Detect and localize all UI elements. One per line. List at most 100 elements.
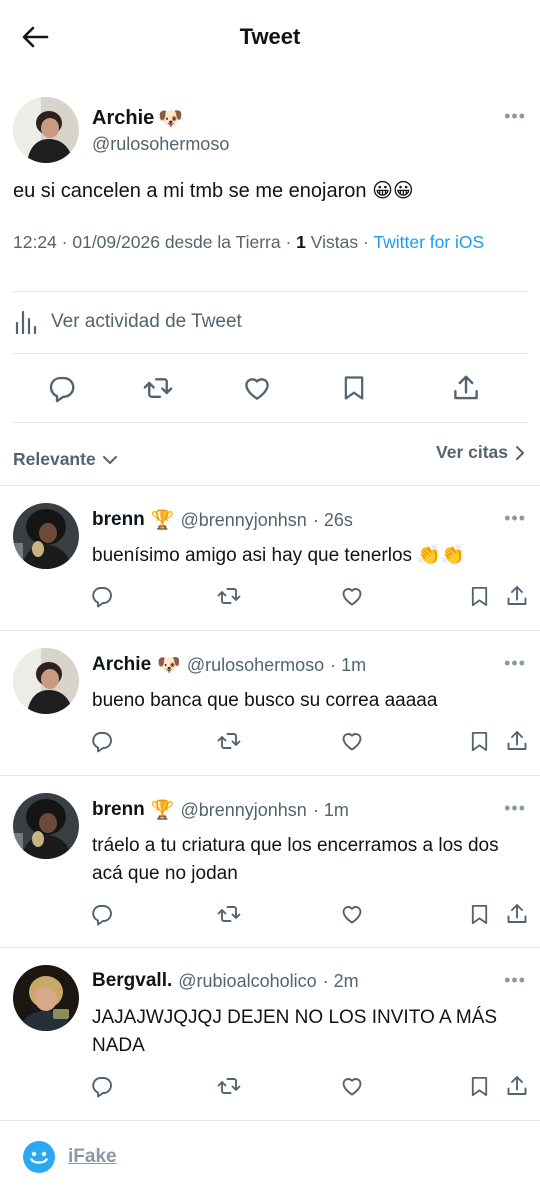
reply-avatar[interactable] (13, 503, 79, 569)
bookmark-button[interactable] (465, 900, 493, 928)
tweet-date: 01/09/2026 (72, 232, 160, 252)
bookmark-button[interactable] (465, 1072, 493, 1100)
reply-text: bueno banca que busco su correa aaaaa (92, 690, 438, 711)
retweet-button[interactable] (215, 727, 243, 755)
retweet-button[interactable] (215, 582, 243, 610)
reply-icon (90, 584, 114, 608)
reply-item[interactable]: brenn 🏆 @brennyjonhsn · 26s ••• buenísim… (0, 486, 540, 630)
sort-dropdown[interactable]: Relevante (13, 449, 118, 470)
share-button[interactable] (503, 1072, 531, 1100)
like-icon (340, 902, 364, 926)
like-icon (340, 1074, 364, 1098)
bookmark-icon (468, 903, 491, 926)
retweet-button[interactable] (142, 372, 174, 404)
like-icon (340, 584, 364, 608)
dog-emoji-icon: 🐶 (158, 108, 184, 130)
reply-header: Bergvall. @rubioalcoholico · 2m (92, 970, 359, 992)
tweet-source[interactable]: Twitter for iOS (373, 232, 484, 252)
reply-author-handle[interactable]: @rulosohermoso (187, 655, 324, 676)
share-icon (505, 1074, 529, 1098)
share-button[interactable] (503, 727, 531, 755)
page-title: Tweet (239, 24, 301, 49)
reply-avatar[interactable] (13, 648, 79, 714)
like-button[interactable] (241, 372, 273, 404)
bookmark-icon (468, 1075, 491, 1098)
reply-button[interactable] (88, 1072, 116, 1100)
more-icon[interactable]: ••• (504, 508, 526, 529)
retweet-button[interactable] (215, 900, 243, 928)
chevron-right-icon (516, 445, 524, 460)
tweet-activity-link[interactable]: Ver actividad de Tweet (13, 308, 242, 336)
ifake-watermark[interactable]: iFake (22, 1140, 117, 1174)
share-icon (505, 729, 529, 753)
reply-author-handle[interactable]: @rubioalcoholico (178, 971, 316, 992)
tweet-location: desde la Tierra (164, 232, 281, 252)
divider (13, 353, 527, 354)
divider (13, 422, 527, 423)
reply-avatar[interactable] (13, 793, 79, 859)
bookmark-button[interactable] (465, 727, 493, 755)
bookmark-icon (340, 374, 368, 402)
reply-button[interactable] (46, 372, 78, 404)
author-name: Archie (92, 107, 155, 129)
reply-time: 26s (323, 509, 353, 530)
views-count: 1 (296, 232, 306, 252)
divider (0, 1120, 540, 1121)
chevron-down-icon (102, 455, 117, 464)
share-icon (451, 373, 481, 403)
like-button[interactable] (338, 900, 366, 928)
reply-icon (90, 1074, 114, 1098)
reply-button[interactable] (88, 727, 116, 755)
tweet-text: eu si cancelen a mi tmb se me enojaron 😀… (13, 180, 414, 202)
bookmark-icon (468, 730, 491, 753)
reply-item[interactable]: Bergvall. @rubioalcoholico · 2m ••• JAJA… (0, 948, 540, 1120)
reply-author-name[interactable]: Bergvall. (92, 970, 172, 992)
view-quotes-link[interactable]: Ver citas (436, 442, 526, 463)
retweet-icon (217, 1074, 241, 1098)
reply-avatar[interactable] (13, 965, 79, 1031)
reply-icon (90, 729, 114, 753)
bookmark-icon (468, 585, 491, 608)
divider (13, 291, 527, 292)
like-button[interactable] (338, 727, 366, 755)
retweet-icon (217, 729, 241, 753)
reply-button[interactable] (88, 900, 116, 928)
dog-emoji-icon: 🐶 (157, 655, 181, 676)
reply-time: 1m (323, 799, 349, 820)
tweet-activity-label: Ver actividad de Tweet (51, 311, 242, 332)
author-name-row[interactable]: Archie 🐶 (92, 106, 183, 131)
retweet-button[interactable] (215, 1072, 243, 1100)
reply-author-name[interactable]: brenn (92, 509, 145, 531)
reply-text: tráelo a tu criatura que los encerramos … (92, 835, 499, 884)
bookmark-button[interactable] (465, 582, 493, 610)
retweet-icon (143, 373, 173, 403)
author-handle[interactable]: @rulosohermoso (92, 134, 229, 155)
share-button[interactable] (450, 372, 482, 404)
trophy-emoji-icon: 🏆 (150, 510, 175, 531)
reply-time: 2m (333, 970, 359, 991)
more-icon[interactable]: ••• (504, 106, 526, 127)
reply-icon (90, 902, 114, 926)
share-button[interactable] (503, 582, 531, 610)
top-bar: Tweet (0, 0, 540, 76)
view-quotes-label: Ver citas (436, 442, 508, 462)
reply-author-handle[interactable]: @brennyjonhsn (180, 510, 306, 531)
like-button[interactable] (338, 1072, 366, 1100)
reply-item[interactable]: Archie 🐶 @rulosohermoso · 1m ••• bueno b… (0, 631, 540, 775)
reply-author-name[interactable]: brenn (92, 799, 145, 821)
reply-button[interactable] (88, 582, 116, 610)
like-button[interactable] (338, 582, 366, 610)
more-icon[interactable]: ••• (504, 653, 526, 674)
reply-author-handle[interactable]: @brennyjonhsn (180, 800, 306, 821)
more-icon[interactable]: ••• (504, 798, 526, 819)
views-label: Vistas (310, 232, 359, 252)
reply-item[interactable]: brenn 🏆 @brennyjonhsn · 1m ••• tráelo a … (0, 776, 540, 948)
more-icon[interactable]: ••• (504, 970, 526, 991)
share-button[interactable] (503, 900, 531, 928)
reply-author-name[interactable]: Archie (92, 654, 151, 676)
bookmark-button[interactable] (338, 372, 370, 404)
retweet-icon (217, 584, 241, 608)
reply-icon (47, 373, 77, 403)
author-avatar[interactable] (13, 97, 79, 163)
sort-label: Relevante (13, 449, 96, 469)
